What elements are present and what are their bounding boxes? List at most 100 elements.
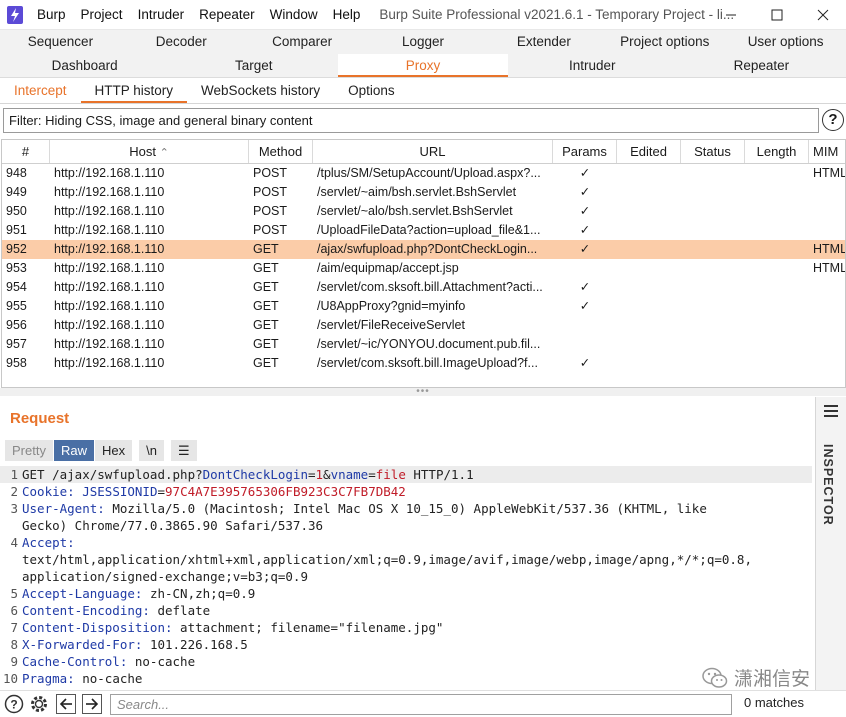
cell-length <box>745 221 809 240</box>
table-row[interactable]: 948 http://192.168.1.110 POST/tplus/SM/Set… <box>2 164 845 183</box>
inspector-menu-icon[interactable] <box>824 405 838 420</box>
hex-button[interactable]: Hex <box>94 440 134 461</box>
column-header-params[interactable]: Params <box>553 140 617 163</box>
column-header-edited[interactable]: Edited <box>617 140 681 163</box>
tab-repeater[interactable]: Repeater <box>677 54 846 77</box>
minimize-icon <box>726 14 736 16</box>
table-row[interactable]: 952 http://192.168.1.110 GET/ajax/swfuploa… <box>2 240 845 259</box>
previous-match-button[interactable] <box>56 694 76 714</box>
column-header-number[interactable]: # <box>2 140 50 163</box>
search-input[interactable]: Search... <box>110 694 732 715</box>
line-text: GET /ajax/swfupload.php?DontCheckLogin=1… <box>22 466 474 483</box>
subtab-intercept[interactable]: Intercept <box>0 79 81 103</box>
cell-host: http://192.168.1.110 <box>54 337 165 351</box>
tab-dashboard[interactable]: Dashboard <box>0 54 169 77</box>
filter-bar[interactable]: Filter: Hiding CSS, image and general bi… <box>3 108 819 133</box>
tab-decoder[interactable]: Decoder <box>121 30 242 54</box>
cell-url: /servlet/~aim/bsh.servlet.BshServlet <box>317 185 517 199</box>
cell-url: /servlet/~ic/YONYOU.document.pub.fil... <box>317 337 541 351</box>
pretty-button[interactable]: Pretty <box>5 440 54 461</box>
line-text: Pragma: no-cache <box>22 670 142 687</box>
inspector-label[interactable]: INSPECTOR <box>821 444 835 526</box>
tab-sequencer[interactable]: Sequencer <box>0 30 121 54</box>
settings-gear-icon[interactable] <box>29 694 49 714</box>
cell-edited <box>617 297 681 316</box>
cell-host: http://192.168.1.110 <box>54 299 165 313</box>
menu-burp[interactable]: Burp <box>37 7 66 22</box>
tab-proxy[interactable]: Proxy <box>338 54 508 77</box>
cell-num: 949 <box>6 185 27 199</box>
cell-mime <box>809 316 845 335</box>
cell-mime <box>809 183 845 202</box>
table-row[interactable]: 955 http://192.168.1.110 GET/U8AppProxy?gn… <box>2 297 845 316</box>
params-check-icon: ✓ <box>579 299 591 313</box>
tab-project-options[interactable]: Project options <box>604 30 725 54</box>
column-header-method[interactable]: Method <box>249 140 313 163</box>
next-match-button[interactable] <box>82 694 102 714</box>
tab-logger[interactable]: Logger <box>363 30 484 54</box>
code-token: text/html,application/xhtml+xml,applicat… <box>22 552 752 567</box>
params-check-icon: ✓ <box>579 166 591 180</box>
subtab-options[interactable]: Options <box>334 79 409 103</box>
options-menu-icon[interactable]: ☰ <box>170 440 198 461</box>
menu-window[interactable]: Window <box>270 7 318 22</box>
cell-method: POST <box>253 185 288 199</box>
menu-repeater[interactable]: Repeater <box>199 7 255 22</box>
maximize-button[interactable] <box>754 0 800 30</box>
line-text: text/html,application/xhtml+xml,applicat… <box>22 551 752 568</box>
cell-length <box>745 183 809 202</box>
code-token: User-Agent: <box>22 501 105 516</box>
line-text: Content-Encoding: deflate <box>22 602 210 619</box>
close-button[interactable] <box>800 0 846 30</box>
code-token: Content-Encoding: <box>22 603 150 618</box>
request-line: text/html,application/xhtml+xml,applicat… <box>0 551 812 568</box>
cell-num: 950 <box>6 204 27 218</box>
tab-intruder[interactable]: Intruder <box>508 54 677 77</box>
column-header-status[interactable]: Status <box>681 140 745 163</box>
line-number: 3 <box>10 501 18 516</box>
column-header-host[interactable]: Host ⌃ <box>50 140 249 163</box>
code-token: Gecko) Chrome/77.0.3865.90 Safari/537.36 <box>22 518 324 533</box>
table-row[interactable]: 951 http://192.168.1.110 POST/UploadFileDa… <box>2 221 845 240</box>
table-row[interactable]: 958 http://192.168.1.110 GET/servlet/com.s… <box>2 354 845 373</box>
tools-tabs-row-2: Dashboard Target Proxy Intruder Repeater <box>0 54 846 78</box>
menu-project[interactable]: Project <box>81 7 123 22</box>
subtab-websockets-history[interactable]: WebSockets history <box>187 79 334 103</box>
column-header-length[interactable]: Length <box>745 140 809 163</box>
column-header-url[interactable]: URL <box>313 140 553 163</box>
table-header: # Host ⌃ Method URL Params Edited Status… <box>2 140 845 164</box>
table-row[interactable]: 956 http://192.168.1.110 GET/servlet/FileR… <box>2 316 845 335</box>
minimize-button[interactable] <box>708 0 754 30</box>
menu-intruder[interactable]: Intruder <box>138 7 185 22</box>
cell-num: 948 <box>6 166 27 180</box>
table-row[interactable]: 957 http://192.168.1.110 GET/servlet/~ic/Y… <box>2 335 845 354</box>
tab-target[interactable]: Target <box>169 54 338 77</box>
show-newlines-button[interactable]: \n <box>139 440 165 461</box>
cell-method: GET <box>253 299 279 313</box>
request-editor[interactable]: 1 GET /ajax/swfupload.php?DontCheckLogin=… <box>0 466 812 688</box>
code-token: deflate <box>149 603 211 618</box>
tab-extender[interactable]: Extender <box>483 30 604 54</box>
code-token: DontCheckLogin <box>202 467 308 482</box>
menu-help[interactable]: Help <box>333 7 361 22</box>
splitter-grip-icon: ••• <box>416 386 430 397</box>
column-header-mime[interactable]: MIM <box>809 140 845 163</box>
request-title: Request <box>10 410 70 427</box>
subtab-http-history[interactable]: HTTP history <box>80 79 188 103</box>
raw-button[interactable]: Raw <box>53 440 95 461</box>
inspector-panel[interactable]: INSPECTOR <box>815 397 846 717</box>
table-row[interactable]: 949 http://192.168.1.110 POST/servlet/~aim… <box>2 183 845 202</box>
table-row[interactable]: 954 http://192.168.1.110 GET/servlet/com.s… <box>2 278 845 297</box>
column-header-host-label: Host <box>129 144 156 159</box>
tab-user-options[interactable]: User options <box>725 30 846 54</box>
maximize-icon <box>771 9 783 21</box>
table-row[interactable]: 950 http://192.168.1.110 POST/servlet/~alo… <box>2 202 845 221</box>
pane-splitter[interactable]: ••• <box>0 386 846 397</box>
cell-status <box>681 221 745 240</box>
help-circle-icon[interactable]: ? <box>4 694 24 714</box>
help-icon[interactable]: ? <box>822 109 844 131</box>
burp-logo-icon <box>7 5 23 24</box>
cell-method: GET <box>253 261 279 275</box>
tab-comparer[interactable]: Comparer <box>242 30 363 54</box>
table-row[interactable]: 953 http://192.168.1.110 GET/aim/equipmap/… <box>2 259 845 278</box>
